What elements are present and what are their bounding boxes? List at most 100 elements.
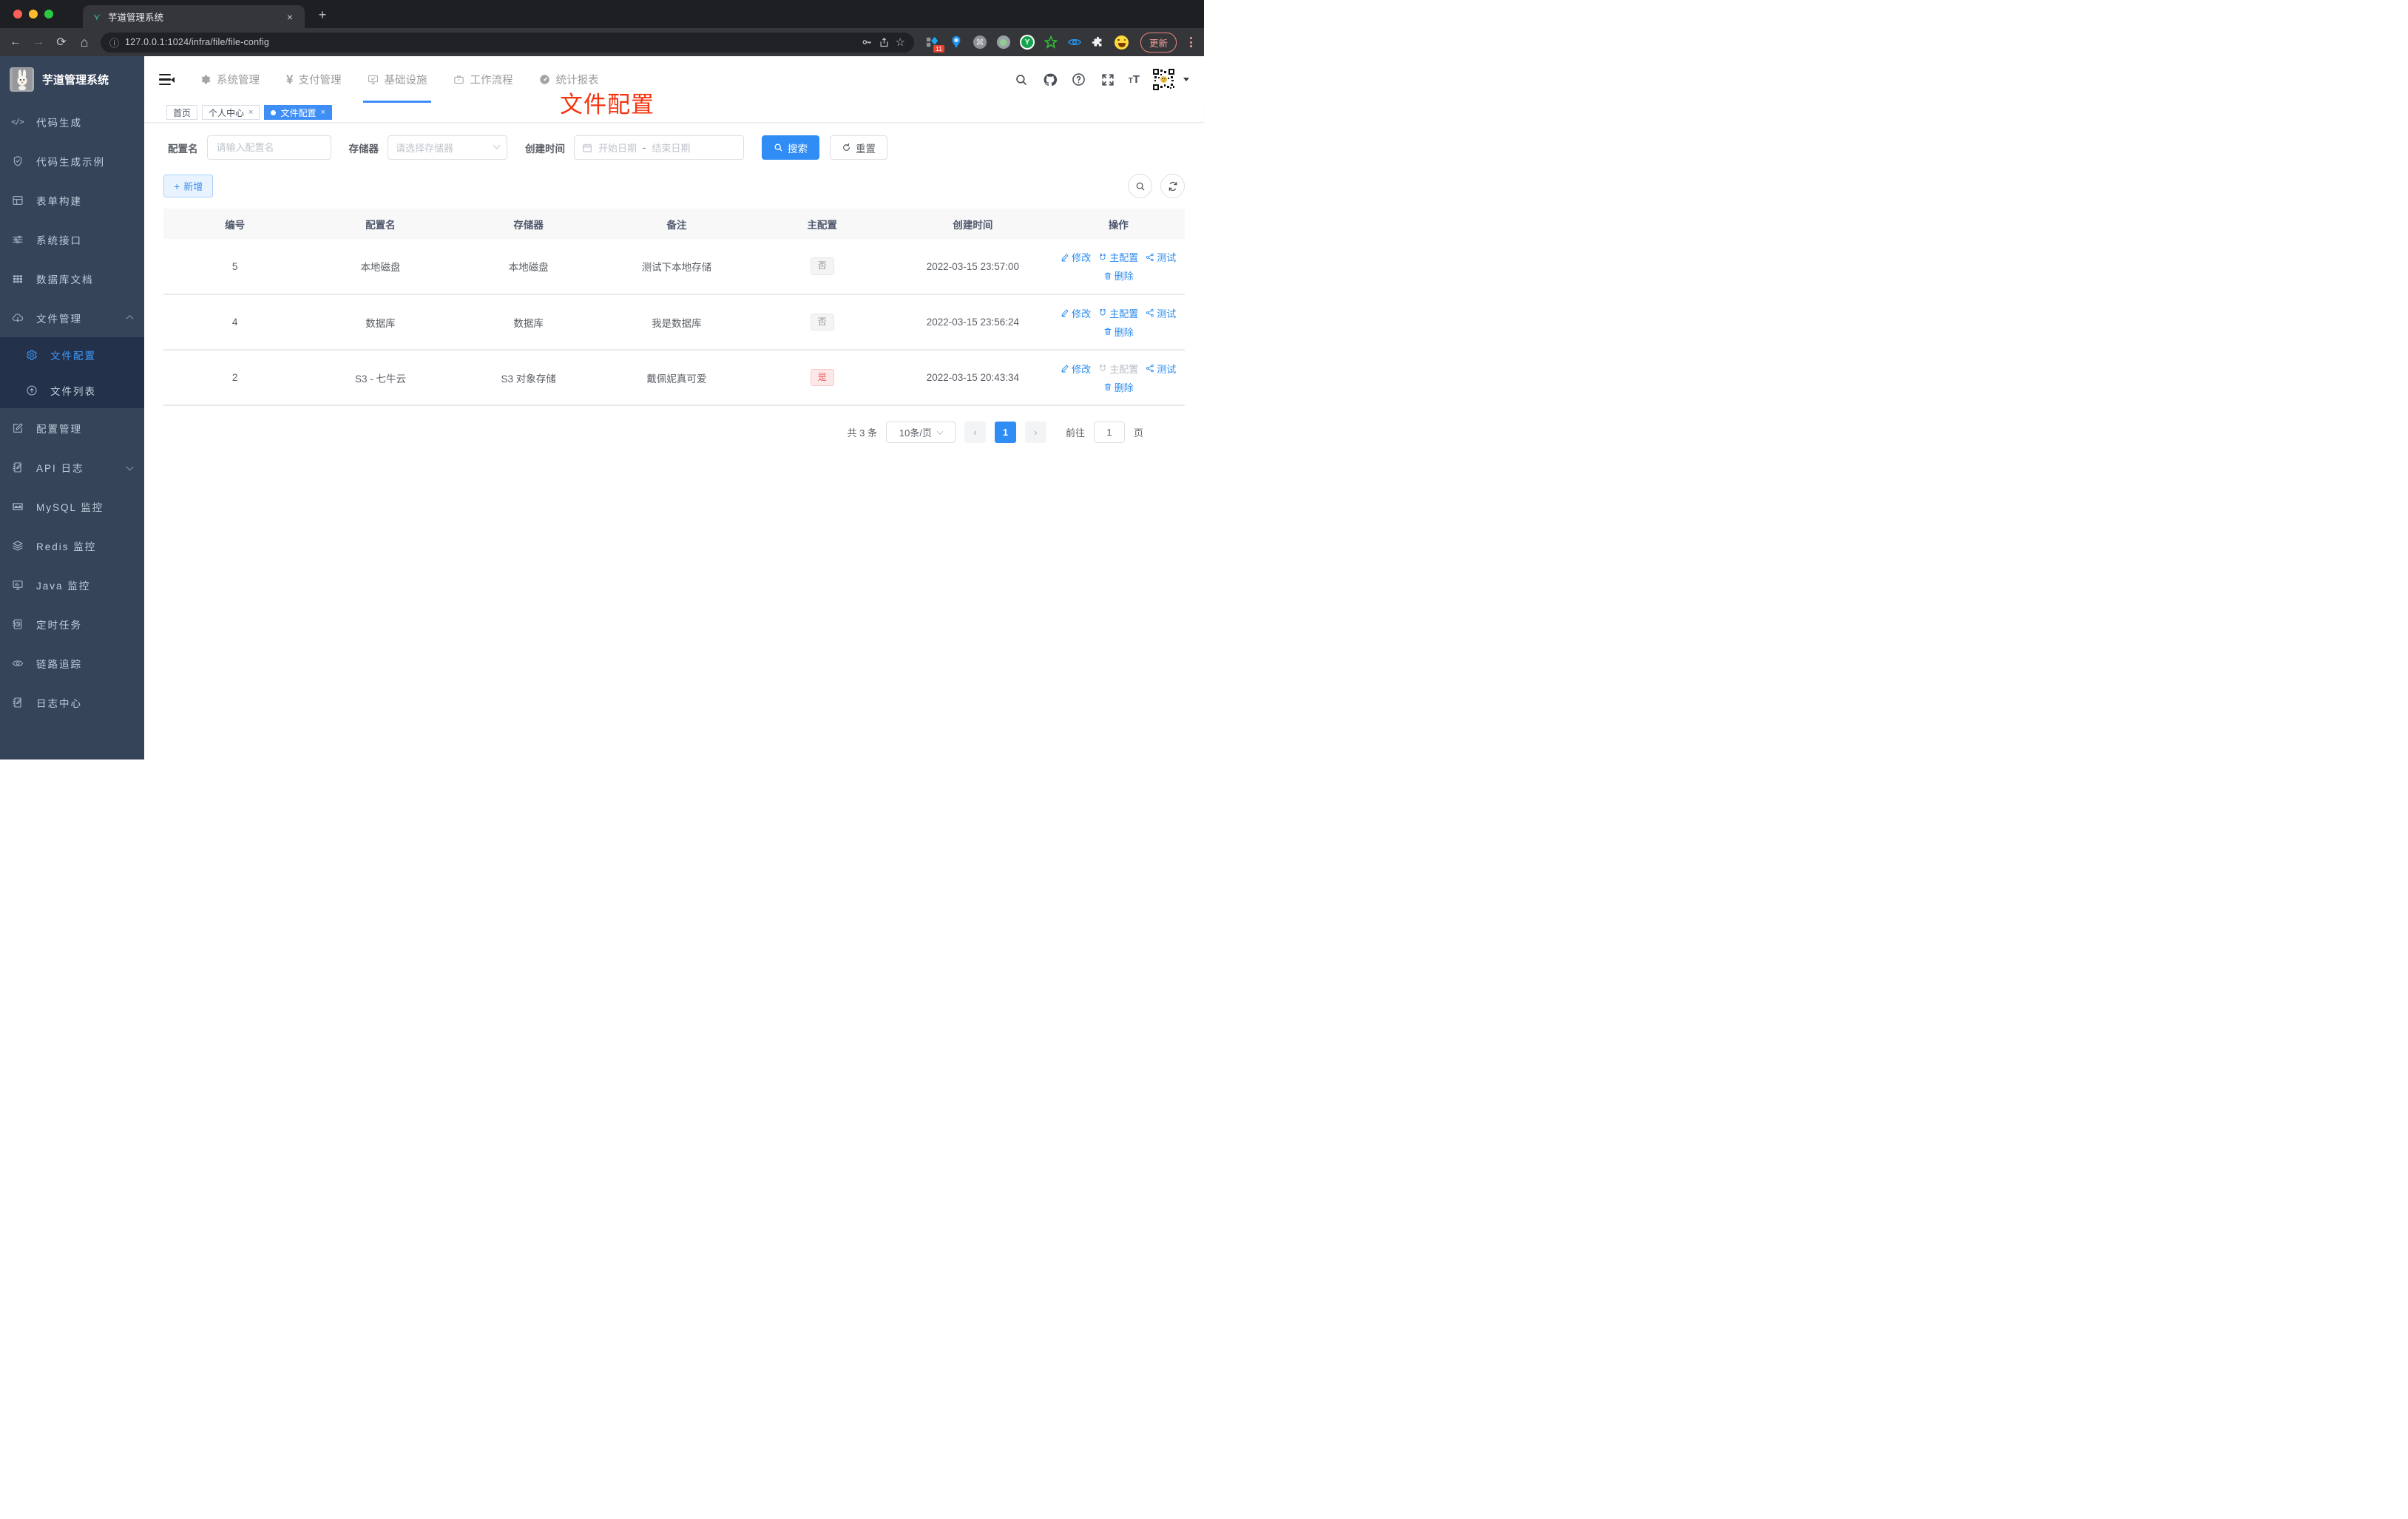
sidebar-item-scheduled-tasks[interactable]: 定时任务 bbox=[0, 604, 144, 643]
url-text[interactable]: 127.0.0.1:1024/infra/file/file-config bbox=[125, 37, 855, 47]
sidebar-item-file-list[interactable]: 文件列表 bbox=[0, 373, 144, 408]
site-favicon-icon bbox=[93, 13, 101, 21]
tag-profile[interactable]: 个人中心 × bbox=[202, 105, 260, 120]
table-grid-icon bbox=[11, 272, 24, 285]
sidebar-item-api-log[interactable]: API 日志 bbox=[0, 447, 144, 487]
config-name-input[interactable] bbox=[206, 135, 331, 160]
extension-pin-icon[interactable] bbox=[949, 35, 964, 50]
test-action[interactable]: 测试 bbox=[1146, 250, 1176, 264]
delete-action[interactable]: 删除 bbox=[1103, 268, 1134, 283]
window-zoom-button[interactable] bbox=[44, 10, 53, 18]
nav-item-workflow[interactable]: 工作流程 bbox=[443, 56, 523, 103]
bookmark-star-icon[interactable]: ☆ bbox=[896, 35, 905, 49]
sidebar-item-file-mgmt[interactable]: 文件管理 bbox=[0, 298, 144, 337]
nav-item-system[interactable]: 系统管理 bbox=[190, 56, 270, 103]
close-icon[interactable]: × bbox=[320, 108, 325, 117]
next-page-button[interactable]: › bbox=[1024, 422, 1046, 443]
site-info-icon[interactable]: ⓘ bbox=[109, 35, 119, 50]
sidebar-item-mysql-monitor[interactable]: MySQL 监控 bbox=[0, 487, 144, 526]
page-size-select[interactable]: 10条/页 bbox=[885, 422, 956, 443]
close-icon[interactable]: × bbox=[248, 108, 253, 117]
fullscreen-icon[interactable] bbox=[1100, 72, 1116, 88]
browser-tab[interactable]: 芋道管理系统 × bbox=[83, 5, 305, 28]
tab-close-icon[interactable]: × bbox=[284, 11, 296, 23]
tag-file-config[interactable]: 文件配置 × bbox=[264, 105, 332, 120]
tag-home[interactable]: 首页 bbox=[166, 105, 198, 120]
search-button[interactable]: 搜索 bbox=[762, 135, 819, 160]
edit-action[interactable]: 修改 bbox=[1061, 362, 1091, 376]
sidebar-item-form-builder[interactable]: 表单构建 bbox=[0, 180, 144, 220]
github-icon[interactable] bbox=[1042, 72, 1058, 88]
edit-action[interactable]: 修改 bbox=[1061, 306, 1091, 320]
prev-page-button[interactable]: ‹ bbox=[964, 422, 986, 443]
date-start-placeholder[interactable]: 开始日期 bbox=[598, 141, 637, 155]
extension-emoji-icon[interactable] bbox=[1115, 35, 1129, 50]
user-avatar[interactable] bbox=[1152, 68, 1175, 91]
reload-icon[interactable]: ⟳ bbox=[55, 35, 68, 50]
extension-y-icon[interactable]: Y bbox=[1019, 35, 1035, 50]
master-action[interactable]: 主配置 bbox=[1098, 362, 1138, 376]
storage-select[interactable]: 请选择存储器 bbox=[388, 135, 507, 160]
refresh-list-button[interactable] bbox=[1160, 174, 1185, 198]
browser-menu-icon[interactable] bbox=[1186, 35, 1195, 50]
delete-action[interactable]: 删除 bbox=[1103, 380, 1134, 394]
window-minimize-button[interactable] bbox=[29, 10, 38, 18]
browser-update-button[interactable]: 更新 bbox=[1140, 32, 1177, 53]
extension-dot-circle-icon[interactable] bbox=[996, 35, 1011, 50]
sidebar-logo[interactable]: 芋道管理系统 bbox=[0, 56, 144, 102]
sidebar-item-file-config[interactable]: 文件配置 bbox=[0, 337, 144, 373]
toggle-search-button[interactable] bbox=[1128, 174, 1152, 198]
delete-action[interactable]: 删除 bbox=[1103, 325, 1134, 339]
search-icon[interactable] bbox=[1013, 72, 1029, 88]
goto-page-input[interactable] bbox=[1093, 422, 1125, 443]
master-action[interactable]: 主配置 bbox=[1098, 306, 1138, 320]
home-icon[interactable]: ⌂ bbox=[78, 35, 91, 50]
password-key-icon[interactable] bbox=[861, 36, 873, 48]
list-toolbar: + 新增 bbox=[163, 174, 1185, 198]
sidebar-item-code-demo[interactable]: 代码生成示例 bbox=[0, 141, 144, 180]
test-action[interactable]: 测试 bbox=[1146, 306, 1176, 320]
share-icon[interactable] bbox=[879, 37, 890, 48]
page-number-button[interactable]: 1 bbox=[994, 422, 1016, 443]
sidebar-item-code-gen[interactable]: </> 代码生成 bbox=[0, 102, 144, 141]
sidebar-item-log-center[interactable]: 日志中心 bbox=[0, 683, 144, 722]
sidebar-collapse-icon[interactable] bbox=[159, 73, 175, 86]
sidebar-item-config-mgmt[interactable]: 配置管理 bbox=[0, 408, 144, 447]
master-action[interactable]: 主配置 bbox=[1098, 250, 1138, 264]
edit-action[interactable]: 修改 bbox=[1061, 250, 1091, 264]
nav-item-infrastructure[interactable]: 基础设施 bbox=[357, 56, 437, 103]
red-annotation-overlay: 文件配置 bbox=[560, 92, 655, 118]
edit-square-icon bbox=[11, 422, 24, 434]
app-title: 芋道管理系统 bbox=[42, 73, 109, 87]
extension-command-icon[interactable]: ⌘ bbox=[973, 35, 987, 50]
sidebar-item-db-doc[interactable]: 数据库文档 bbox=[0, 259, 144, 298]
reset-button[interactable]: 重置 bbox=[830, 135, 887, 160]
date-end-placeholder[interactable]: 结束日期 bbox=[652, 141, 690, 155]
date-range-picker[interactable]: 开始日期 - 结束日期 bbox=[574, 135, 744, 160]
extension-star-icon[interactable] bbox=[1044, 35, 1058, 50]
extension-grid-diamond-icon[interactable]: 11 bbox=[925, 35, 944, 53]
test-action[interactable]: 测试 bbox=[1146, 362, 1176, 376]
new-tab-button[interactable]: + bbox=[315, 7, 330, 23]
master-tag: 否 bbox=[810, 313, 834, 331]
window-controls[interactable] bbox=[13, 10, 53, 18]
back-icon[interactable]: ← bbox=[9, 35, 22, 49]
font-size-icon[interactable]: TT bbox=[1129, 73, 1140, 86]
sidebar-item-java-monitor[interactable]: Java 监控 bbox=[0, 565, 144, 604]
avatar-dropdown-icon[interactable] bbox=[1183, 78, 1189, 81]
help-icon[interactable] bbox=[1071, 72, 1087, 88]
address-bar[interactable]: ⓘ 127.0.0.1:1024/infra/file/file-config … bbox=[101, 32, 914, 53]
sidebar-item-system-api[interactable]: 系统接口 bbox=[0, 220, 144, 259]
cell-name: S3 - 七牛云 bbox=[306, 350, 455, 406]
add-button[interactable]: + 新增 bbox=[163, 175, 214, 197]
sliders-icon bbox=[11, 233, 24, 246]
extension-eye-icon[interactable] bbox=[1067, 35, 1082, 50]
nav-item-payment[interactable]: ¥ 支付管理 bbox=[276, 56, 351, 103]
window-close-button[interactable] bbox=[13, 10, 22, 18]
extensions-puzzle-icon[interactable] bbox=[1091, 35, 1106, 50]
cell-actions: 修改 主配置 测试 删除 bbox=[1052, 294, 1185, 351]
sidebar-item-redis-monitor[interactable]: Redis 监控 bbox=[0, 526, 144, 565]
forward-icon[interactable]: → bbox=[32, 35, 45, 49]
table-row: 2 S3 - 七牛云 S3 对象存储 戴佩妮真可爱 是 2022-03-15 20:43:… bbox=[163, 350, 1185, 406]
sidebar-item-tracing[interactable]: 链路追踪 bbox=[0, 643, 144, 683]
